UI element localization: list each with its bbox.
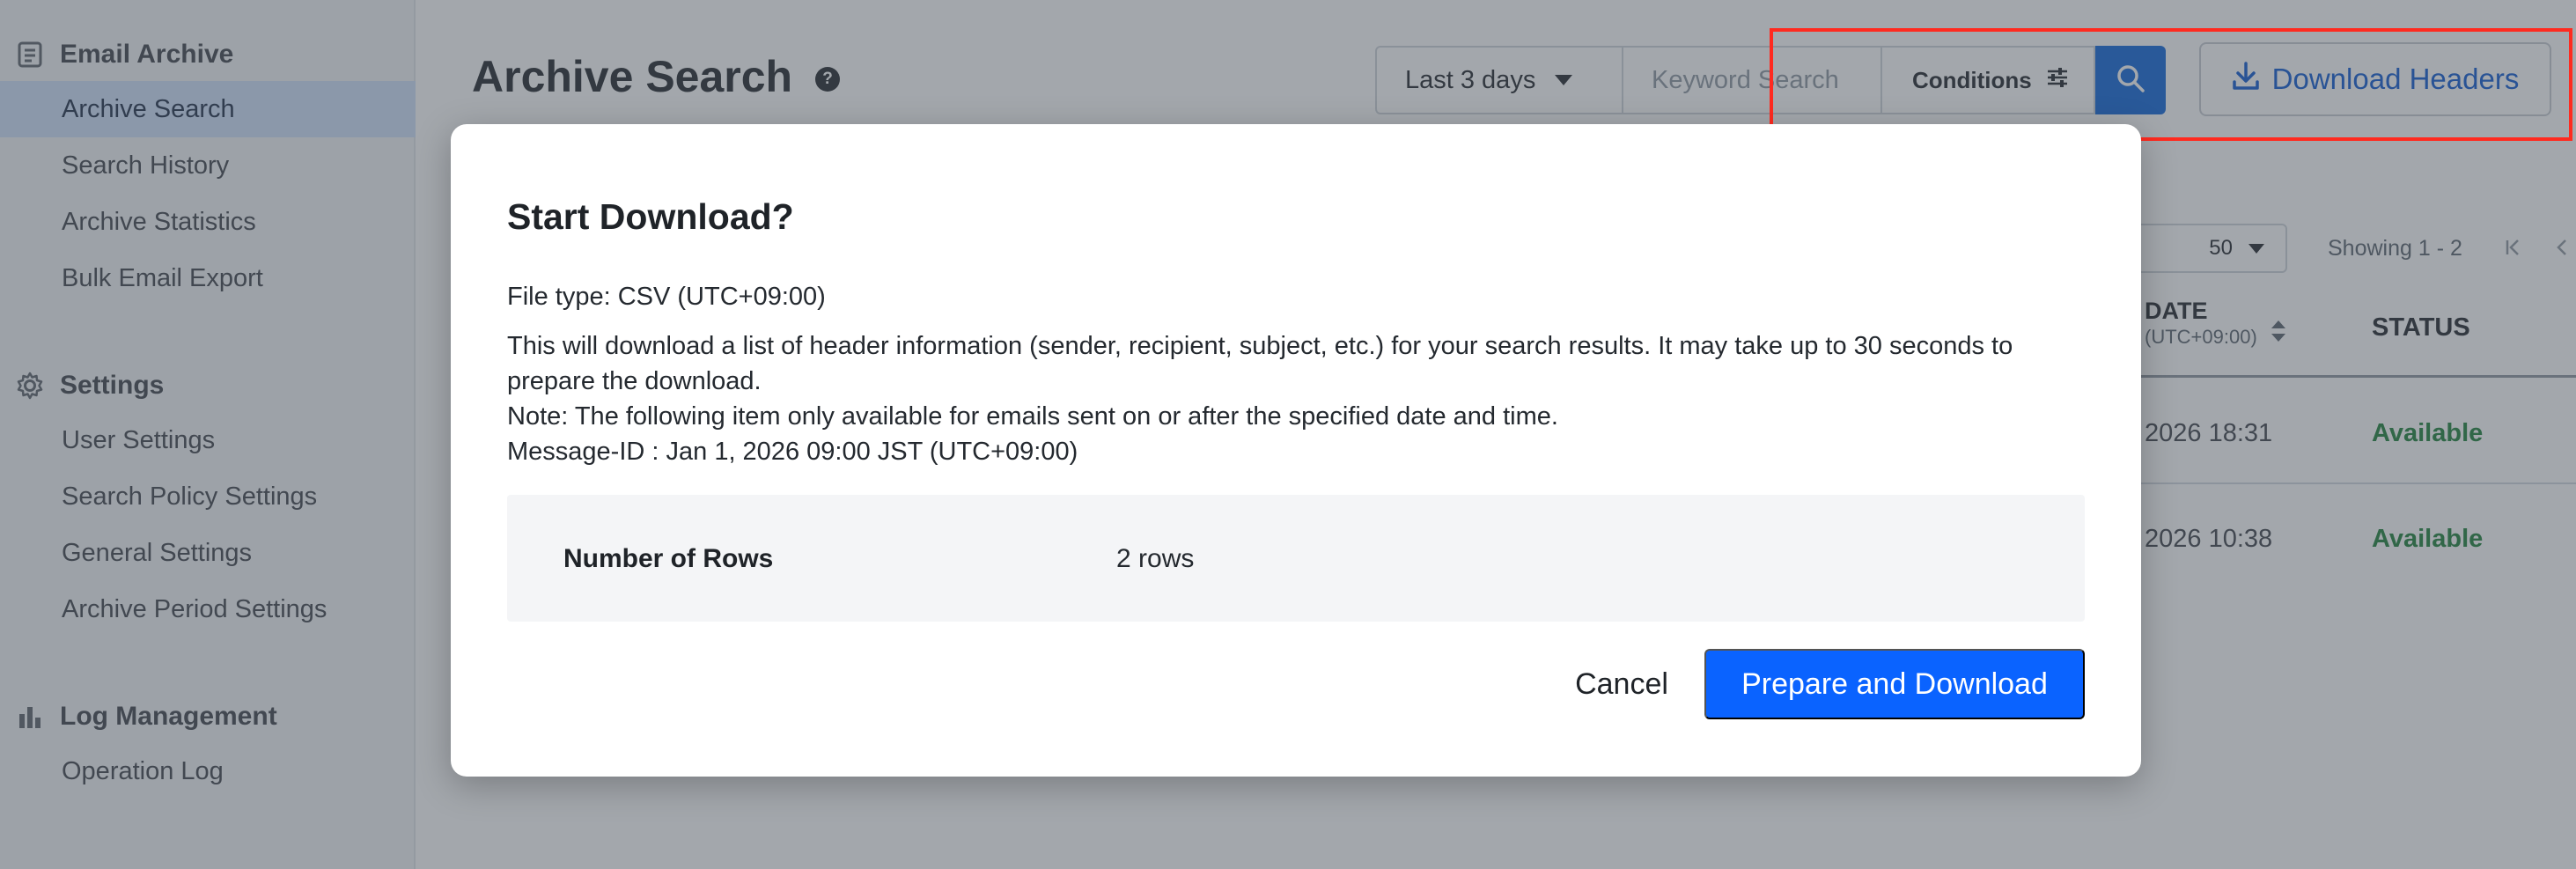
dialog-text-line: Message-ID : Jan 1, 2026 09:00 JST (UTC+…	[507, 438, 1078, 466]
cancel-button[interactable]: Cancel	[1534, 649, 1710, 719]
dialog-text-line: Note: The following item only available …	[507, 402, 1558, 431]
dialog-title: Start Download?	[507, 196, 794, 237]
prepare-and-download-button[interactable]: Prepare and Download	[1704, 649, 2085, 719]
rows-label: Number of Rows	[563, 544, 774, 573]
dialog-text-line: This will download a list of header info…	[507, 332, 2013, 360]
rows-value: 2 rows	[1116, 544, 1195, 573]
start-download-dialog: Start Download? File type: CSV (UTC+09:0…	[451, 124, 2141, 777]
rows-info-box: Number of Rows 2 rows	[507, 495, 2085, 622]
dialog-text-line: prepare the download.	[507, 367, 762, 395]
dialog-description: This will download a list of header info…	[507, 328, 2092, 469]
dialog-file-type: File type: CSV (UTC+09:00)	[507, 283, 826, 311]
